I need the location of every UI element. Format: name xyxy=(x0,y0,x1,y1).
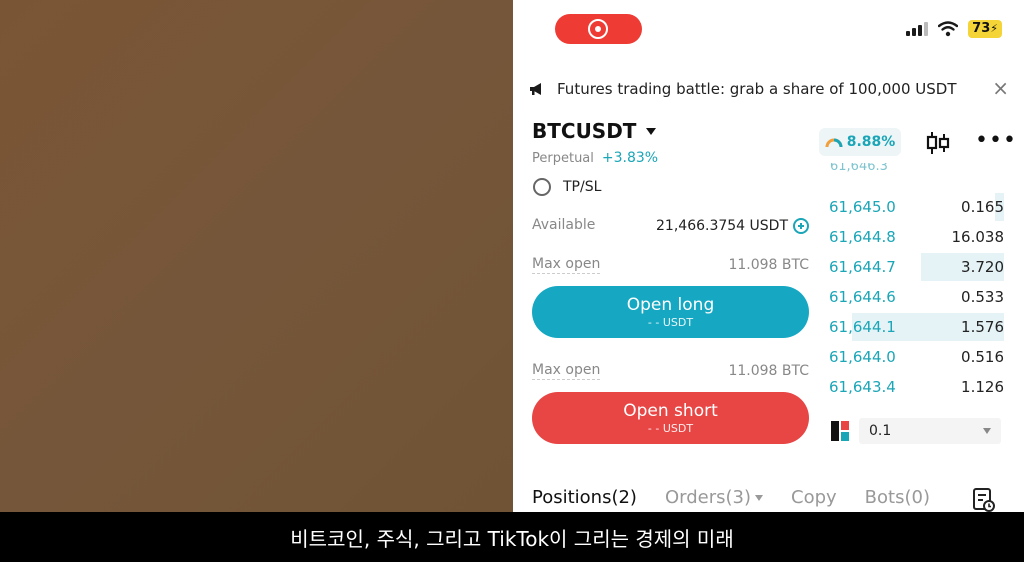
tab-positions[interactable]: Positions(2) xyxy=(532,487,637,508)
book-layout-icon[interactable] xyxy=(831,421,849,441)
banner-text: Futures trading battle: grab a share of … xyxy=(557,80,957,98)
price-change: +3.83% xyxy=(601,150,659,166)
tab-orders[interactable]: Orders(3) xyxy=(665,487,763,508)
chevron-down-icon xyxy=(983,428,991,434)
close-icon[interactable]: × xyxy=(992,78,1009,98)
video-background xyxy=(0,0,513,512)
ask-quantity: 3.720 xyxy=(961,258,1004,276)
open-long-cost: - - USDT xyxy=(647,316,694,329)
record-icon xyxy=(588,19,608,39)
depth-precision-select[interactable]: 0.1 xyxy=(859,418,1001,444)
megaphone-icon xyxy=(530,83,541,95)
wifi-icon xyxy=(938,21,959,37)
ask-price: 61,643.4 xyxy=(829,378,896,396)
contract-type: Perpetual xyxy=(532,151,594,166)
tpsl-label: TP/SL xyxy=(563,179,602,195)
pair-selector[interactable]: BTCUSDT xyxy=(532,119,657,143)
gauge-icon xyxy=(825,138,843,148)
caret-down-icon xyxy=(755,495,763,501)
available-row: Available 21,466.3754 USDT xyxy=(532,217,809,234)
caret-down-icon xyxy=(646,127,657,135)
subtitle-text: 비트코인, 주식, 그리고 TikTok이 그리는 경제의 미래 xyxy=(290,526,734,551)
ask-price: 61,644.1 xyxy=(829,318,896,336)
open-long-button[interactable]: Open long - - USDT xyxy=(532,286,809,338)
ask-quantity: 0.516 xyxy=(961,348,1004,366)
screen-record-indicator[interactable] xyxy=(555,14,642,44)
order-book-row[interactable]: 61,644.8 16.038 xyxy=(823,223,1004,251)
order-book-row[interactable]: 61,643.4 1.126 xyxy=(823,373,1004,401)
ask-quantity: 0.533 xyxy=(961,288,1004,306)
ask-price: 61,644.8 xyxy=(829,228,896,246)
ask-quantity: 0.165 xyxy=(961,198,1004,216)
available-value: 21,466.3754 USDT xyxy=(656,217,788,234)
promo-banner[interactable]: Futures trading battle: grab a share of … xyxy=(529,78,1009,100)
depth-value: 0.1 xyxy=(869,423,892,439)
short-max-open-row: Max open 11.098 BTC xyxy=(532,362,809,380)
ask-price: 61,644.0 xyxy=(829,348,896,366)
order-book-row[interactable]: 61,644.1 1.576 xyxy=(823,313,1004,341)
open-short-button[interactable]: Open short - - USDT xyxy=(532,392,809,444)
order-history-icon[interactable] xyxy=(972,487,996,512)
long-max-open-row: Max open 11.098 BTC xyxy=(532,256,809,274)
max-open-value: 11.098 BTC xyxy=(728,363,809,379)
ask-quantity: 1.576 xyxy=(961,318,1004,336)
more-menu-icon[interactable]: ••• xyxy=(975,130,1017,152)
order-book-row[interactable]: 61,644.7 3.720 xyxy=(823,253,1004,281)
add-funds-icon[interactable] xyxy=(793,217,809,234)
ask-price: 61,644.7 xyxy=(829,258,896,276)
battery-icon: 73⚡ xyxy=(968,20,1002,38)
bottom-tabs: Positions(2) Orders(3) Copy Bots(0) xyxy=(532,487,1002,508)
battery-level: 73 xyxy=(972,21,991,36)
video-subtitle: 비트코인, 주식, 그리고 TikTok이 그리는 경제의 미래 xyxy=(0,512,1024,562)
signal-icon xyxy=(906,22,929,36)
gauge-percent: 8.88% xyxy=(846,134,896,150)
open-short-cost: - - USDT xyxy=(647,422,694,435)
tab-orders-label: Orders(3) xyxy=(664,487,751,508)
depth-controls: 0.1 xyxy=(831,418,1001,444)
pair-symbol: BTCUSDT xyxy=(532,119,637,143)
max-open-label: Max open xyxy=(532,362,601,380)
phone-screen: 73⚡ Futures trading battle: grab a share… xyxy=(513,0,1024,512)
open-short-label: Open short xyxy=(623,401,718,421)
status-bar: 73⚡ xyxy=(906,20,1002,38)
available-value-wrap: 21,466.3754 USDT xyxy=(656,217,809,234)
order-book-row[interactable]: 61,644.6 0.533 xyxy=(823,283,1004,311)
available-label: Available xyxy=(532,217,596,233)
ask-price: 61,644.6 xyxy=(829,288,896,306)
partial-price: 61,646.3 xyxy=(830,163,888,174)
pair-subinfo: Perpetual +3.83% xyxy=(532,150,658,166)
funding-gauge[interactable]: 8.88% xyxy=(819,128,901,156)
ask-price: 61,645.0 xyxy=(829,198,896,216)
candlestick-chart-icon[interactable] xyxy=(925,130,951,156)
radio-icon[interactable] xyxy=(533,178,551,196)
order-book-row[interactable]: 61,645.0 0.165 xyxy=(823,193,1004,221)
ask-quantity: 1.126 xyxy=(961,378,1004,396)
tpsl-toggle[interactable]: TP/SL xyxy=(533,178,601,196)
order-book-row[interactable]: 61,644.0 0.516 xyxy=(823,343,1004,371)
tab-bots[interactable]: Bots(0) xyxy=(865,487,930,508)
open-long-label: Open long xyxy=(626,295,715,315)
ask-quantity: 16.038 xyxy=(951,228,1005,246)
max-open-label: Max open xyxy=(532,256,601,274)
max-open-value: 11.098 BTC xyxy=(728,257,809,273)
tab-copy[interactable]: Copy xyxy=(791,487,837,508)
